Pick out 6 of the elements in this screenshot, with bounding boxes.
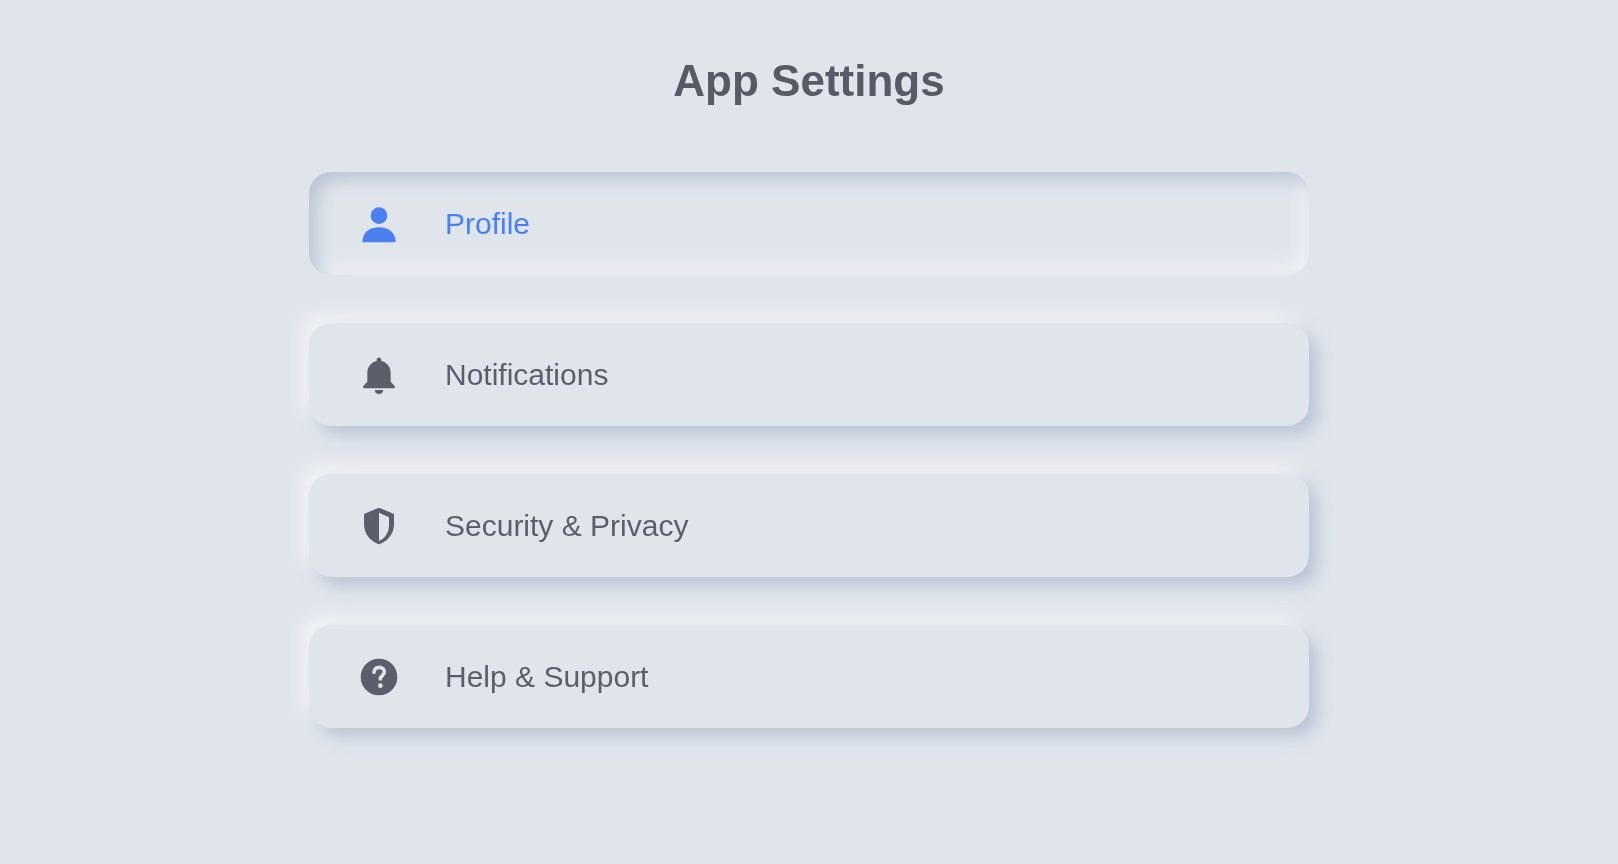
settings-item[interactable]: Profile: [309, 172, 1309, 275]
settings-item[interactable]: Security & Privacy: [309, 474, 1309, 577]
page-title: App Settings: [673, 56, 945, 106]
settings-item[interactable]: Help & Support: [309, 625, 1309, 728]
settings-item[interactable]: Notifications: [309, 323, 1309, 426]
help-icon: [359, 656, 399, 697]
